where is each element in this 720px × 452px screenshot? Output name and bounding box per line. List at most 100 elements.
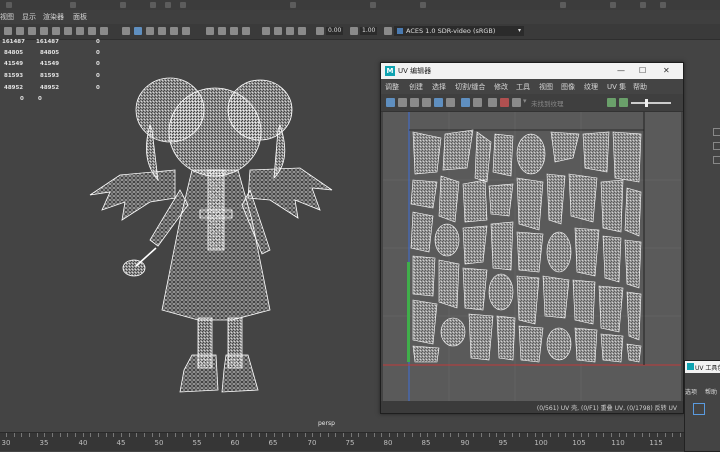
timeline-tick: [97, 433, 99, 437]
select-camera-icon[interactable]: [4, 27, 12, 35]
uv-menu-item[interactable]: 工具: [516, 82, 530, 92]
shade-uv-icon[interactable]: [473, 98, 482, 107]
timeline-tick: [220, 433, 222, 437]
shelf-icon[interactable]: [420, 2, 426, 8]
shadows-icon[interactable]: [182, 27, 190, 35]
uv-toolkit-panel[interactable]: UV 工具包 选项 帮助: [684, 360, 720, 452]
uv-menu-item[interactable]: 帮助: [633, 82, 647, 92]
time-slider-ruler[interactable]: 30 35 40 45 50 55 60 65 70 75 80 85 90 9…: [0, 432, 690, 451]
exposure-field[interactable]: 0.00: [326, 27, 344, 35]
timeline-tick: [549, 433, 551, 437]
uv-editor-window[interactable]: M UV 编辑器 — ☐ ✕ 调整 创建 选择 切割/缝合 修改 工具 视图 图…: [380, 62, 684, 414]
exposure-icon[interactable]: [316, 27, 324, 35]
resolution-gate-icon[interactable]: [76, 27, 84, 35]
character-wireframe-model[interactable]: [80, 70, 340, 400]
shelf-icon[interactable]: [370, 2, 376, 8]
uv-tool-icon[interactable]: [434, 98, 443, 107]
uv-menu-item[interactable]: UV 集: [607, 82, 626, 92]
texture-filter-label[interactable]: 未找到纹理: [531, 98, 564, 108]
selection-mode-icon[interactable]: [693, 403, 705, 415]
checker-icon[interactable]: [488, 98, 497, 107]
xray-joints-icon[interactable]: [218, 27, 226, 35]
gamma-icon[interactable]: [350, 27, 358, 35]
uv-toolkit-titlebar[interactable]: UV 工具包: [685, 361, 720, 373]
texture-borders-icon[interactable]: [512, 98, 521, 107]
timeline-tick: [680, 433, 682, 437]
xray-icon[interactable]: [206, 27, 214, 35]
uv-menu-item[interactable]: 纹理: [584, 82, 598, 92]
timeline-tick-label: 85: [421, 439, 431, 447]
lights-icon[interactable]: [170, 27, 178, 35]
xray-components-icon[interactable]: [230, 27, 238, 35]
shelf-icon[interactable]: [6, 2, 12, 8]
shelf-icon[interactable]: [610, 2, 616, 8]
timeline-tick: [312, 433, 314, 437]
grid-icon[interactable]: [52, 27, 60, 35]
wireframe-on-shaded-icon[interactable]: [134, 27, 142, 35]
timeline-tick-label: 95: [498, 439, 508, 447]
menu-panels[interactable]: 面板: [73, 12, 87, 22]
uv-toolkit-menu-help[interactable]: 帮助: [705, 387, 717, 396]
shelf-icon[interactable]: [290, 2, 296, 8]
menu-renderer[interactable]: 渲染器: [43, 12, 64, 22]
isolate-select-icon[interactable]: [242, 27, 250, 35]
antialiasing-icon[interactable]: [286, 27, 294, 35]
ambient-occlusion-icon[interactable]: [262, 27, 270, 35]
image-plane-icon[interactable]: [40, 27, 48, 35]
colorspace-dropdown[interactable]: ACES 1.0 SDR-video (sRGB) ▾: [394, 26, 524, 36]
uv-menu-item[interactable]: 图像: [561, 82, 575, 92]
film-gate-icon[interactable]: [64, 27, 72, 35]
bookmark-icon[interactable]: [28, 27, 36, 35]
shelf-icon[interactable]: [120, 2, 126, 8]
side-tool-icon[interactable]: [713, 142, 720, 150]
uv-tool-icon[interactable]: [446, 98, 455, 107]
camera-attributes-icon[interactable]: [16, 27, 24, 35]
shelf-icon[interactable]: [660, 2, 666, 8]
shelf-icon[interactable]: [150, 2, 156, 8]
uv-tool-icon[interactable]: [422, 98, 431, 107]
exposure-slider-handle[interactable]: [645, 99, 648, 107]
side-tool-icon[interactable]: [713, 156, 720, 164]
shelf-icon[interactable]: [70, 2, 76, 8]
display-image-icon[interactable]: [461, 98, 470, 107]
timeline-tick: [74, 433, 76, 437]
menu-display[interactable]: 显示: [22, 12, 36, 22]
shelf-icon[interactable]: [165, 2, 171, 8]
gamma-field[interactable]: 1.00: [360, 27, 378, 35]
timeline-tick: [366, 433, 368, 437]
timeline-tick: [197, 433, 199, 437]
shelf-icon[interactable]: [640, 2, 646, 8]
uv-toolkit-menu-options[interactable]: 选项: [685, 387, 697, 396]
motion-blur-icon[interactable]: [274, 27, 282, 35]
close-icon[interactable]: ✕: [663, 66, 670, 75]
exposure-slider[interactable]: [631, 102, 671, 104]
timeline-tick: [143, 433, 145, 437]
uv-menu-item[interactable]: 修改: [494, 82, 508, 92]
smooth-shade-icon[interactable]: [146, 27, 154, 35]
uv-canvas[interactable]: [383, 112, 681, 402]
uv-menu-item[interactable]: 视图: [539, 82, 553, 92]
uv-tool-icon[interactable]: [410, 98, 419, 107]
side-tool-icon[interactable]: [713, 128, 720, 136]
menu-view[interactable]: 视图: [0, 12, 14, 22]
minimize-icon[interactable]: —: [617, 66, 625, 75]
uv-editor-titlebar[interactable]: M UV 编辑器 — ☐ ✕: [381, 63, 683, 79]
maximize-icon[interactable]: ☐: [639, 66, 646, 75]
uv-menu-item[interactable]: 选择: [432, 82, 446, 92]
distortion-icon[interactable]: [500, 98, 509, 107]
depth-of-field-icon[interactable]: [298, 27, 306, 35]
image-range-icon[interactable]: [619, 98, 628, 107]
uv-menu-item[interactable]: 创建: [409, 82, 423, 92]
gate-mask-icon[interactable]: [88, 27, 96, 35]
shelf-icon[interactable]: [180, 2, 186, 8]
textured-icon[interactable]: [158, 27, 166, 35]
shelf-icon[interactable]: [560, 2, 566, 8]
color-management-icon[interactable]: [384, 27, 392, 35]
refresh-icon[interactable]: [607, 98, 616, 107]
uv-menu-item[interactable]: 切割/缝合: [455, 82, 485, 92]
uv-tool-icon[interactable]: [398, 98, 407, 107]
field-chart-icon[interactable]: [100, 27, 108, 35]
wireframe-icon[interactable]: [122, 27, 130, 35]
uv-grid-icon[interactable]: [386, 98, 395, 107]
uv-menu-item[interactable]: 调整: [385, 82, 399, 92]
